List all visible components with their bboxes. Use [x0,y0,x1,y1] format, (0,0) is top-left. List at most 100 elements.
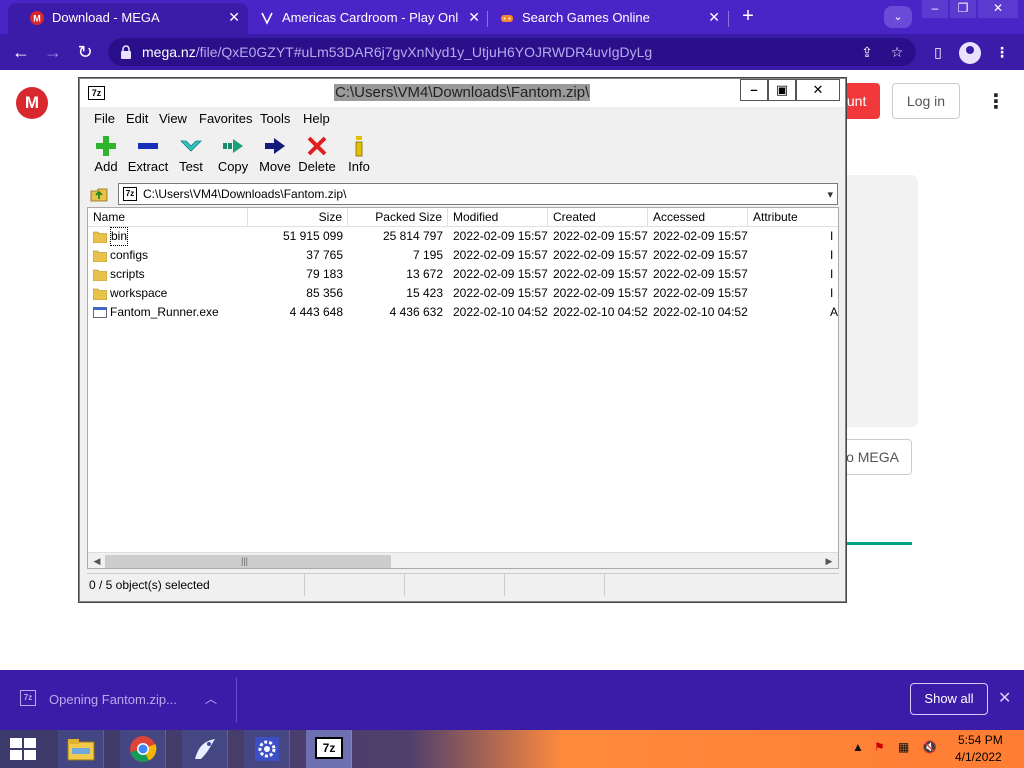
sevenzip-app-icon[interactable]: 7z [88,86,105,100]
profile-avatar-icon[interactable] [959,42,981,64]
tab-title: Download - MEGA [52,10,160,25]
column-modified[interactable]: Modified [448,208,548,227]
menu-favorites[interactable]: Favorites [199,111,252,126]
mega-favicon-icon: M [30,11,44,25]
side-panel-icon[interactable]: ▯ [928,42,948,62]
column-name[interactable]: Name [88,208,248,227]
show-all-button[interactable]: Show all [910,683,988,715]
move-icon [265,138,285,154]
extract-button[interactable]: Extract [126,133,170,177]
file-attributes: I [830,229,834,243]
7zip-icon[interactable]: 7z [306,730,352,768]
test-label: Test [179,159,203,174]
dropdown-arrow-icon[interactable]: ▾ [827,185,833,205]
delete-label: Delete [298,159,336,174]
new-tab-button[interactable]: + [738,5,758,27]
tab-search-games[interactable]: Search Games Online ✕ [488,3,728,34]
login-button[interactable]: Log in [892,83,960,119]
app-icon[interactable] [182,730,228,768]
column-accessed[interactable]: Accessed [648,208,748,227]
tab-title: Americas Cardroom - Play Online [282,10,458,25]
scroll-right-icon[interactable]: ▶ [822,555,836,568]
share-icon[interactable]: ⇪ [858,43,876,61]
horizontal-scrollbar[interactable]: ◀ ||| ▶ [88,552,838,568]
scroll-left-icon[interactable]: ◀ [90,555,104,568]
browser-tab-strip: M Download - MEGA ✕ Americas Cardroom - … [0,0,1024,34]
clock-date[interactable]: 4/1/2022 [955,750,1002,764]
folder-icon [93,250,107,262]
back-arrow-icon[interactable]: ← [10,41,32,63]
copy-button[interactable]: Copy [211,133,255,177]
address-bar[interactable]: mega.nz/file/QxE0GZYT#uLm53DAR6j7gvXnNyd… [108,38,916,66]
minimize-icon[interactable]: – [740,79,768,101]
download-item-label[interactable]: Opening Fantom.zip... [49,692,177,707]
file-accessed: 2022-02-09 15:57 [653,267,748,281]
chevron-up-icon[interactable]: ︿ [205,690,217,707]
column-attributes[interactable]: Attribute [748,208,838,227]
settings-icon[interactable] [244,730,290,768]
file-explorer-icon[interactable] [58,730,104,768]
bookmark-star-icon[interactable]: ☆ [888,43,906,61]
divider [236,678,237,722]
info-button[interactable]: Info [337,133,381,177]
delete-button[interactable]: Delete [295,133,339,177]
column-size[interactable]: Size [248,208,348,227]
chrome-icon[interactable] [120,730,166,768]
clock-time[interactable]: 5:54 PM [958,733,1003,747]
menu-tools[interactable]: Tools [260,111,290,126]
url-host: mega.nz [142,44,196,60]
more-options-icon[interactable]: ⋮ [986,90,1006,114]
table-row[interactable]: workspace 85 356 15 423 2022-02-09 15:57… [88,284,838,303]
tab-close-icon[interactable]: ✕ [468,9,480,26]
mega-logo[interactable]: M [16,87,48,119]
forward-arrow-icon[interactable]: → [42,41,64,63]
menu-help[interactable]: Help [303,111,330,126]
copy-icon [223,139,243,153]
url-text[interactable]: mega.nz/file/QxE0GZYT#uLm53DAR6j7gvXnNyd… [142,44,652,60]
column-packed-size[interactable]: Packed Size [348,208,448,227]
lock-icon[interactable] [120,45,132,59]
info-icon [355,136,363,157]
file-size: 85 356 [306,286,343,300]
action-center-flag-icon[interactable]: ⚑ [874,740,885,754]
tab-mega[interactable]: M Download - MEGA ✕ [8,3,248,34]
file-list[interactable]: Name Size Packed Size Modified Created A… [87,207,839,569]
table-row[interactable]: scripts 79 183 13 672 2022-02-09 15:57 2… [88,265,838,284]
table-row[interactable]: Fantom_Runner.exe 4 443 648 4 436 632 20… [88,303,838,322]
menu-file[interactable]: File [94,111,115,126]
menu-view[interactable]: View [159,111,187,126]
browser-toolbar: ← → ↻ mega.nz/file/QxE0GZYT#uLm53DAR6j7g… [0,34,1024,70]
table-row[interactable]: bin 51 915 099 25 814 797 2022-02-09 15:… [88,227,838,246]
close-icon[interactable]: ✕ [796,79,840,101]
chrome-menu-icon[interactable]: ⋮ [992,42,1012,62]
table-row[interactable]: configs 37 765 7 195 2022-02-09 15:57 20… [88,246,838,265]
tab-close-icon[interactable]: ✕ [228,9,240,26]
file-size: 51 915 099 [282,229,343,243]
test-button[interactable]: Test [169,133,213,177]
tab-americas-cardroom[interactable]: Americas Cardroom - Play Online ✕ [248,3,488,34]
scrollbar-thumb[interactable]: ||| [105,555,391,568]
file-modified: 2022-02-10 04:52 [453,305,548,319]
window-close-icon[interactable]: ✕ [978,0,1018,18]
info-label: Info [348,159,370,174]
show-hidden-icons-icon[interactable]: ▲ [852,740,864,754]
reload-icon[interactable]: ↻ [74,41,96,63]
folder-up-icon[interactable] [90,185,108,203]
sevenzip-window: 7z C:\Users\VM4\Downloads\Fantom.zip\ – … [79,78,846,602]
downloads-bar: 7z Opening Fantom.zip... ︿ Show all ✕ [0,670,1024,730]
volume-muted-icon[interactable]: 🔇 [922,740,937,754]
window-restore-icon[interactable]: ❐ [950,0,976,18]
move-button[interactable]: Move [253,133,297,177]
path-combobox[interactable]: 7z C:\Users\VM4\Downloads\Fantom.zip\ ▾ [118,183,838,205]
close-icon[interactable]: ✕ [998,688,1011,708]
add-button[interactable]: Add [84,133,128,177]
sevenzip-titlebar[interactable]: 7z C:\Users\VM4\Downloads\Fantom.zip\ – … [80,79,845,107]
tab-close-icon[interactable]: ✕ [708,9,720,26]
tab-search-chevron-icon[interactable]: ⌄ [884,6,912,28]
maximize-icon[interactable]: ▣ [768,79,796,101]
window-minimize-icon[interactable]: – [922,0,948,18]
network-icon[interactable]: ▦ [898,740,909,754]
column-created[interactable]: Created [548,208,648,227]
windows-start-icon[interactable] [10,738,38,762]
menu-edit[interactable]: Edit [126,111,148,126]
